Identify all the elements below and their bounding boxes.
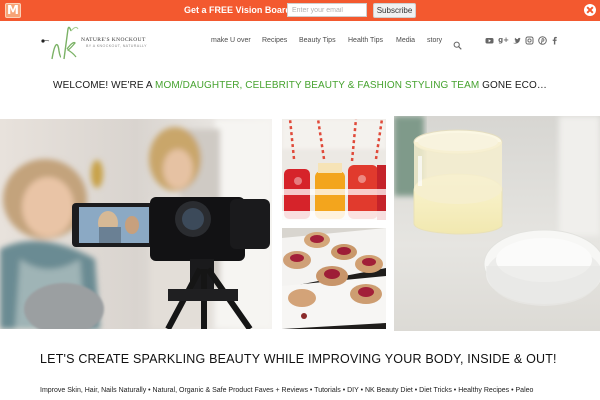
google-plus-icon[interactable]: g+ [498,36,509,45]
welcome-highlight: MOM/DAUGHTER, CELEBRITY BEAUTY & FASHION… [155,80,480,91]
logo-tagline: BY A KNOCKOUT, NATURALLY [86,44,147,48]
nav-item-recipes[interactable]: Recipes [262,37,287,44]
facebook-icon[interactable] [550,36,559,45]
email-field[interactable] [287,3,367,17]
nav-item-story[interactable]: story [427,37,442,44]
logo-title[interactable]: NATURE'S KNOCKOUT [81,37,146,43]
close-icon[interactable] [584,4,596,16]
category-tags-line: Improve Skin, Hair, Nails Naturally • Na… [40,387,534,394]
promo-bar: M Get a FREE Vision Board! Subscribe [0,0,600,21]
promo-message: Get a FREE Vision Board! [184,5,294,15]
instagram-icon[interactable] [525,36,534,45]
page: M Get a FREE Vision Board! Subscribe NAT… [0,0,600,400]
subscribe-button[interactable]: Subscribe [373,3,416,18]
youtube-icon[interactable] [485,36,494,45]
photo-jar[interactable] [394,116,600,331]
nav-item-media[interactable]: Media [396,37,415,44]
nk-monogram-icon [41,26,79,60]
twitter-icon[interactable] [512,36,521,45]
photo-cookies[interactable] [282,228,386,329]
pinterest-icon[interactable] [538,36,547,45]
welcome-suffix: GONE ECO… [479,80,547,91]
brand-badge[interactable]: M [5,3,21,18]
welcome-prefix: WELCOME! WE'RE A [53,80,156,91]
nav-item-beauty-tips[interactable]: Beauty Tips [299,37,336,44]
page-headline: Let's create sparkling beauty while impr… [40,352,557,366]
nav-item-health-tips[interactable]: Health Tips [348,37,383,44]
photo-drinks[interactable] [282,119,386,220]
welcome-banner: WELCOME! WE'RE A MOM/DAUGHTER, CELEBRITY… [0,80,600,91]
site-logo[interactable] [40,23,160,63]
nav-item-make-u-over[interactable]: make U over [211,37,251,44]
search-icon[interactable] [453,37,462,50]
hero-photo-filming[interactable] [0,119,272,329]
